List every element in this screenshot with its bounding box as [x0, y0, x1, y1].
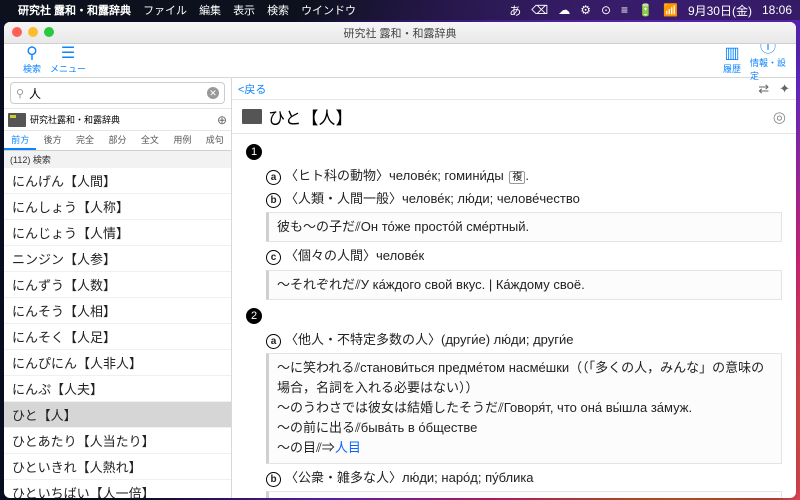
subsense-b: b	[266, 193, 281, 208]
example: 彼も〜の子だ⫽Он то́же просто́й сме́ртный.	[266, 212, 782, 242]
clock[interactable]: 18:06	[762, 3, 792, 17]
result-item[interactable]: にんしょう【人称】	[4, 194, 231, 220]
match-tab-0[interactable]: 前方	[4, 131, 36, 150]
tag-plural: 複	[509, 171, 525, 184]
example-block: 公園にたくさん〜がいる⫽В па́рке мно́го ┌наро́ду [лю…	[266, 491, 782, 498]
match-tab-2[interactable]: 完全	[69, 131, 101, 150]
menu-edit[interactable]: 編集	[199, 2, 221, 18]
menu-window[interactable]: ウインドウ	[301, 2, 356, 18]
search-button[interactable]: ⚲検索	[14, 46, 50, 75]
dictionary-name: 研究社露和・和露辞典	[30, 113, 120, 126]
result-item[interactable]: ひとあたり【人当たり】	[4, 428, 231, 454]
info-button[interactable]: ⓘ情報・設定	[750, 40, 786, 82]
subsense-b: b	[266, 472, 281, 487]
menu-search[interactable]: 検索	[267, 2, 289, 18]
settings-icon[interactable]: ⚙︎	[580, 3, 591, 17]
result-item[interactable]: ひといきれ【人熱れ】	[4, 454, 231, 480]
status-icon[interactable]: ⌫	[531, 3, 548, 17]
menu-icon: ☰	[61, 46, 75, 62]
match-tab-3[interactable]: 部分	[101, 131, 133, 150]
history-button[interactable]: ▥履歴	[714, 46, 750, 75]
result-item[interactable]: ひと【人】	[4, 402, 231, 428]
window-titlebar: 研究社 露和・和露辞典	[4, 22, 796, 44]
macos-menubar: 研究社 露和・和露辞典 ファイル 編集 表示 検索 ウインドウ あ ⌫ ☁︎ ⚙…	[0, 0, 800, 20]
result-item[interactable]: にんぴにん【人非人】	[4, 350, 231, 376]
entry-header: ひと【人】 ◎	[232, 100, 796, 134]
translate-icon[interactable]: ⇄	[758, 81, 769, 97]
app-name[interactable]: 研究社 露和・和露辞典	[18, 2, 131, 18]
search-box: ⚲ ✕	[4, 78, 231, 109]
match-tabs: 前方後方完全部分全文用例成句	[4, 131, 231, 151]
definition-body[interactable]: 1 a〈ヒト科の動物〉челове́к; гомини́ды 複. b〈人類・人…	[232, 134, 796, 498]
result-item[interactable]: ニンジン【人参】	[4, 246, 231, 272]
sense-2: 2	[246, 308, 262, 324]
add-dictionary-button[interactable]: ⊕	[217, 113, 227, 127]
match-tab-5[interactable]: 用例	[166, 131, 198, 150]
menu-file[interactable]: ファイル	[143, 2, 187, 18]
expand-icon[interactable]: ✦	[779, 81, 790, 97]
history-icon: ▥	[724, 46, 739, 62]
match-tab-1[interactable]: 後方	[36, 131, 68, 150]
menu-view[interactable]: 表示	[233, 2, 255, 18]
window-title: 研究社 露和・和露辞典	[343, 25, 456, 41]
zoom-window-button[interactable]	[44, 27, 54, 37]
match-tab-6[interactable]: 成句	[199, 131, 231, 150]
minimize-window-button[interactable]	[28, 27, 38, 37]
wifi-icon[interactable]: 📶	[663, 3, 678, 17]
entry-pane: <戻る ⇄ ✦ ひと【人】 ◎ 1 a〈ヒト科の動物〉челове́к; гом…	[232, 78, 796, 498]
result-item[interactable]: にんげん【人間】	[4, 168, 231, 194]
result-count: (112) 検索	[4, 151, 231, 168]
result-item[interactable]: にんぷ【人夫】	[4, 376, 231, 402]
entry-toolbar: <戻る ⇄ ✦	[232, 78, 796, 100]
back-button[interactable]: <戻る	[238, 81, 266, 97]
result-item[interactable]: にんそう【人相】	[4, 298, 231, 324]
subsense-a: a	[266, 334, 281, 349]
example: 〜それぞれだ⫽У ка́ждого свой вкус. | Ка́ждому …	[266, 270, 782, 300]
subsense-c: c	[266, 250, 281, 265]
ime-indicator[interactable]: あ	[509, 2, 521, 19]
menu-button[interactable]: ☰メニュー	[50, 46, 86, 75]
book-icon	[8, 113, 26, 127]
magnify-icon: ⚲	[16, 87, 24, 100]
clear-search-button[interactable]: ✕	[207, 87, 219, 99]
app-window: 研究社 露和・和露辞典 ⚲検索 ☰メニュー ▥履歴 ⓘ情報・設定 ⚲ ✕ 研究社…	[4, 22, 796, 498]
toolbar: ⚲検索 ☰メニュー ▥履歴 ⓘ情報・設定	[4, 44, 796, 78]
result-item[interactable]: にんそく【人足】	[4, 324, 231, 350]
dictionary-selector[interactable]: 研究社露和・和露辞典 ⊕	[4, 109, 231, 131]
result-item[interactable]: にんずう【人数】	[4, 272, 231, 298]
cross-ref-link[interactable]: 人目	[335, 440, 361, 455]
result-item[interactable]: ひといちばい【人一倍】	[4, 480, 231, 498]
status-icon-2[interactable]: ⊙	[601, 3, 611, 17]
battery-icon[interactable]: 🔋	[638, 3, 653, 17]
audio-icon[interactable]: ◎	[773, 108, 786, 126]
headword: ひと【人】	[268, 104, 353, 129]
example-block: 〜に笑われる⫽станови́ться предме́том насме́шки…	[266, 353, 782, 464]
close-window-button[interactable]	[12, 27, 22, 37]
search-icon: ⚲	[26, 46, 38, 62]
subsense-a: a	[266, 170, 281, 185]
book-icon	[242, 109, 262, 124]
date[interactable]: 9月30日(金)	[688, 2, 752, 19]
match-tab-4[interactable]: 全文	[134, 131, 166, 150]
result-item[interactable]: にんじょう【人情】	[4, 220, 231, 246]
cloud-icon[interactable]: ☁︎	[558, 3, 570, 17]
search-input[interactable]	[10, 82, 225, 104]
sense-1: 1	[246, 144, 262, 160]
result-list[interactable]: にんげん【人間】にんしょう【人称】にんじょう【人情】ニンジン【人参】にんずう【人…	[4, 168, 231, 498]
sidebar: ⚲ ✕ 研究社露和・和露辞典 ⊕ 前方後方完全部分全文用例成句 (112) 検索…	[4, 78, 232, 498]
control-center-icon[interactable]: ≡	[621, 3, 628, 17]
